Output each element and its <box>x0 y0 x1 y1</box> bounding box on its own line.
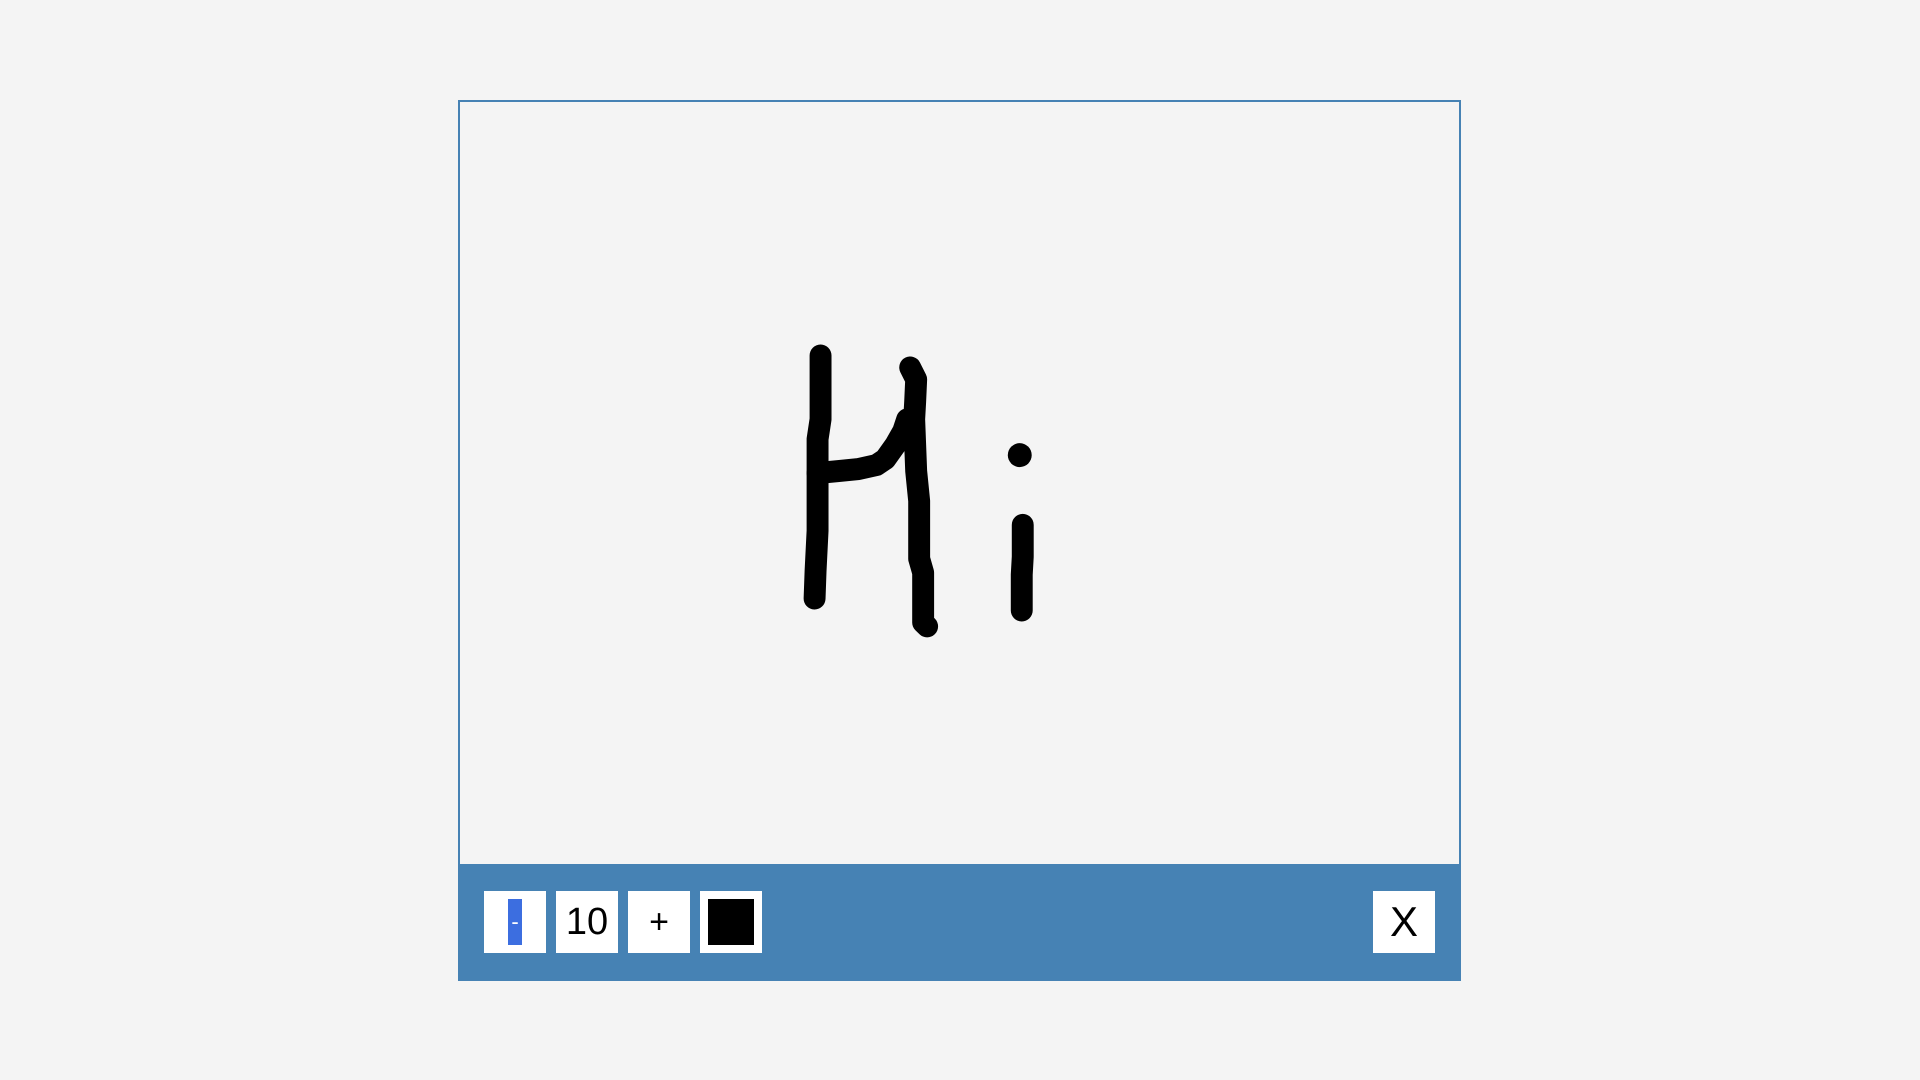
drawing-app: - 10 + X <box>0 0 1920 1080</box>
drawing-canvas[interactable] <box>458 100 1461 864</box>
close-icon: X <box>1389 898 1418 945</box>
brush-size-display: 10 <box>556 891 618 953</box>
drawing-surface[interactable] <box>460 102 1459 864</box>
close-button[interactable]: X <box>1373 891 1435 953</box>
decrease-size-button[interactable]: - <box>484 891 546 953</box>
toolbar: - 10 + X <box>458 864 1461 981</box>
stroke-i-stem <box>1010 513 1034 622</box>
stroke-h-right <box>899 356 939 638</box>
decrease-label: - <box>511 909 519 934</box>
increase-label: + <box>649 902 669 941</box>
stroke-i-dot <box>1007 443 1032 468</box>
color-swatch-icon <box>708 899 754 945</box>
stroke-h-crossbar <box>806 408 919 484</box>
increase-size-button[interactable]: + <box>628 891 690 953</box>
color-picker-button[interactable] <box>700 891 762 953</box>
minus-icon: - <box>508 899 522 945</box>
brush-size-value: 10 <box>565 900 609 943</box>
